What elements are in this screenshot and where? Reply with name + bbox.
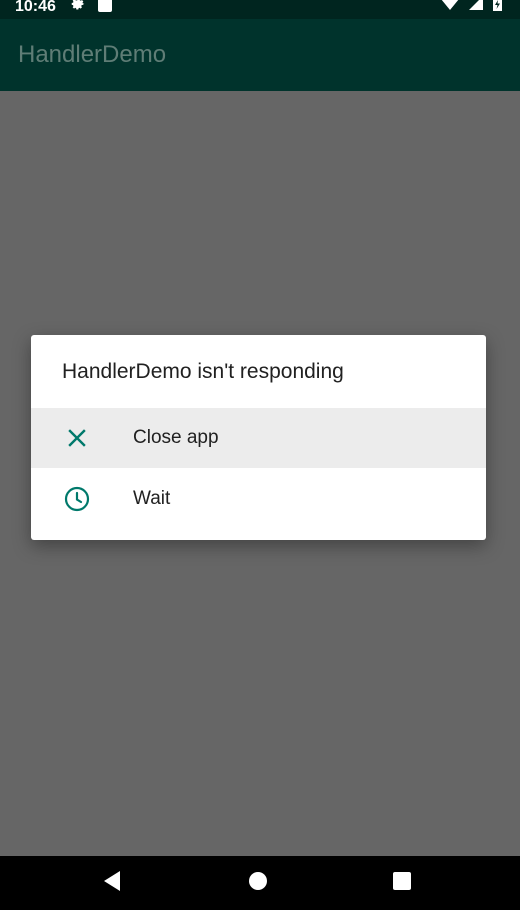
sd-card-icon	[97, 0, 112, 17]
dialog-title: HandlerDemo isn't responding	[62, 360, 344, 383]
close-app-label: Close app	[133, 427, 219, 448]
clock-icon	[63, 485, 91, 513]
status-time: 10:46	[15, 0, 56, 15]
wait-label: Wait	[133, 488, 171, 509]
back-icon	[102, 870, 122, 897]
anr-dialog: HandlerDemo isn't responding Close app W…	[31, 335, 486, 540]
cell-signal-icon	[469, 0, 483, 15]
recents-icon	[392, 871, 412, 896]
recents-button[interactable]	[372, 856, 432, 910]
battery-icon	[493, 0, 502, 16]
gear-icon	[70, 0, 86, 17]
navigation-bar	[0, 856, 520, 910]
app-bar: HandlerDemo	[0, 19, 520, 91]
wait-button[interactable]: Wait	[31, 469, 486, 529]
wifi-icon	[441, 0, 459, 15]
status-bar: 10:46	[0, 0, 520, 19]
close-icon	[63, 424, 91, 452]
home-button[interactable]	[228, 856, 288, 910]
app-title: HandlerDemo	[18, 41, 167, 68]
status-icons-right	[441, 0, 502, 15]
status-icons-left	[70, 0, 112, 17]
home-icon	[248, 871, 268, 896]
back-button[interactable]	[82, 856, 142, 910]
close-app-button[interactable]: Close app	[31, 408, 486, 468]
